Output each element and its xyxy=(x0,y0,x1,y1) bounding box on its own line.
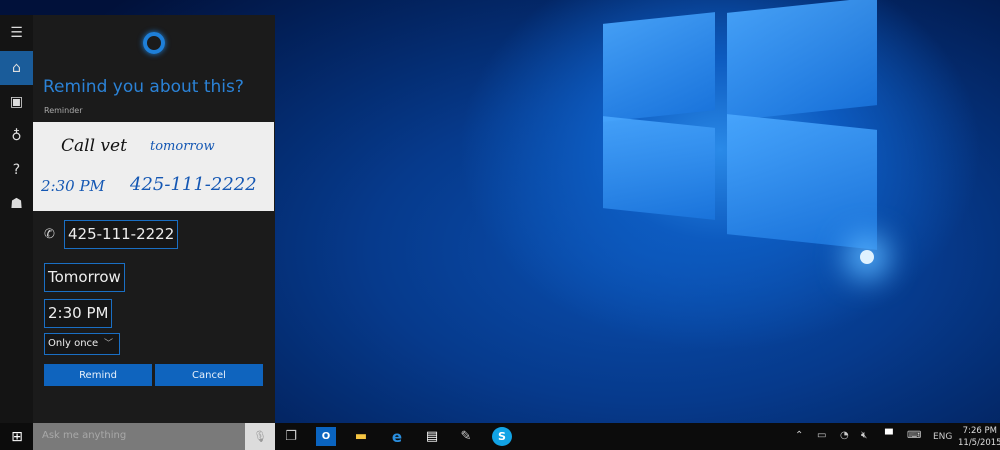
remind-button[interactable]: Remind xyxy=(44,364,152,386)
battery-icon[interactable]: ▭ xyxy=(817,430,826,441)
wifi-icon[interactable]: ◔ xyxy=(840,430,849,441)
wallpaper-pane xyxy=(727,0,877,121)
notebook-icon[interactable]: ▣ xyxy=(0,85,33,119)
action-center-icon[interactable]: ▀ xyxy=(885,430,893,441)
outlook-icon[interactable]: O xyxy=(316,427,336,446)
wallpaper-pane xyxy=(727,114,877,250)
search-box[interactable]: Ask me anything 🎙 xyxy=(33,423,275,450)
wallpaper-pane xyxy=(603,12,715,122)
repeat-dropdown[interactable]: Only once ﹀ xyxy=(44,333,120,355)
task-view-icon[interactable]: ❐ xyxy=(281,427,301,446)
cortana-panel: ☰ ⌂ ▣ ♁ ? ☗ Remind you about this? Remin… xyxy=(0,15,275,423)
page-title: Remind you about this? xyxy=(43,77,244,97)
clock-date: 11/5/2015 xyxy=(958,438,1000,448)
chevron-down-icon: ﹀ xyxy=(103,339,113,349)
file-explorer-icon[interactable]: ▬ xyxy=(351,427,371,446)
reminder-label: Reminder xyxy=(44,106,83,115)
handwriting-text: 2:30 PM xyxy=(41,177,105,195)
menu-icon[interactable]: ☰ xyxy=(0,15,33,51)
touch-keyboard-icon[interactable]: ⌨ xyxy=(907,430,921,441)
handwriting-text: 425-111-2222 xyxy=(130,174,257,195)
clock-time: 7:26 PM xyxy=(962,426,997,436)
time-picker[interactable]: 2:30 PM xyxy=(44,299,113,328)
feedback-icon[interactable]: ☗ xyxy=(0,187,33,221)
microphone-icon[interactable]: 🎙 xyxy=(245,423,275,450)
handwriting-text: tomorrow xyxy=(150,139,215,154)
clock[interactable]: 7:26 PM 11/5/2015 xyxy=(958,425,1000,449)
volume-muted-icon[interactable]: 🔇︎ xyxy=(861,430,867,441)
cancel-button[interactable]: Cancel xyxy=(155,364,263,386)
wallpaper-light xyxy=(860,250,874,264)
show-hidden-icons-icon[interactable]: ⌃ xyxy=(795,430,803,441)
language-indicator[interactable]: ENG xyxy=(933,432,952,442)
phone-field[interactable]: 425-111-2222 xyxy=(64,220,179,249)
cortana-rail: ☰ ⌂ ▣ ♁ ? ☗ xyxy=(0,15,33,423)
help-icon[interactable]: ? xyxy=(0,153,33,187)
phone-icon: ✆ xyxy=(44,227,55,242)
taskbar: ⊞ Ask me anything 🎙 ❐ O ▬ e ▤ ✎ S ⌃ ▭ ◔ … xyxy=(0,423,1000,450)
search-input[interactable]: Ask me anything xyxy=(42,430,126,441)
date-picker[interactable]: Tomorrow xyxy=(44,263,125,292)
store-icon[interactable]: ▤ xyxy=(422,427,442,446)
handwritten-note: Call vet tomorrow 2:30 PM 425-111-2222 xyxy=(33,122,274,211)
cortana-ring-icon xyxy=(143,32,165,54)
lightbulb-icon[interactable]: ♁ xyxy=(0,119,33,153)
repeat-value: Only once xyxy=(48,338,99,349)
edge-icon[interactable]: e xyxy=(387,427,407,446)
handwriting-text: Call vet xyxy=(61,136,127,156)
pen-app-icon[interactable]: ✎ xyxy=(456,427,476,446)
windows-start-icon[interactable]: ⊞ xyxy=(7,427,27,446)
home-icon[interactable]: ⌂ xyxy=(0,51,33,85)
wallpaper-pane xyxy=(603,116,715,220)
skype-icon[interactable]: S xyxy=(492,427,512,446)
